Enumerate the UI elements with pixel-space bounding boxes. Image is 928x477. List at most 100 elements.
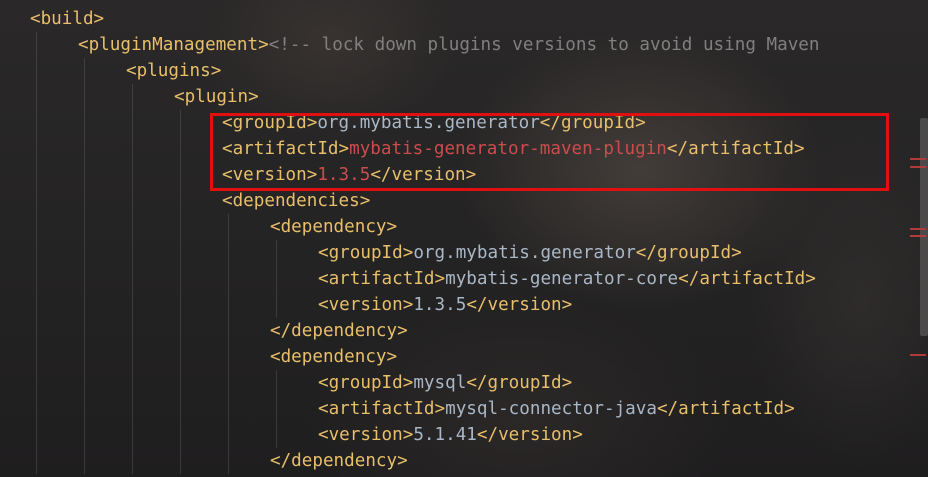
indent-guide: [84, 162, 85, 188]
error-marker[interactable]: [910, 228, 926, 230]
code-line[interactable]: <version>1.3.5</version>: [0, 162, 912, 188]
code-line[interactable]: <artifactId>mybatis-generator-core</arti…: [0, 266, 912, 292]
indent-guide: [132, 136, 133, 162]
xml-open-tag: <plugin>: [174, 87, 259, 107]
indent-guide: [36, 110, 37, 136]
code-line[interactable]: <pluginManagement><!-- lock down plugins…: [0, 32, 912, 58]
indent-guide: [180, 188, 181, 214]
indent-guide: [180, 396, 181, 422]
code-line[interactable]: <build>: [0, 6, 912, 32]
indent-guide: [84, 292, 85, 318]
code-line-content: </dependency>: [270, 448, 408, 474]
code-editor[interactable]: <build> <pluginManagement><!-- lock down …: [0, 6, 912, 474]
xml-close-tag: </version>: [370, 165, 477, 185]
indent-guide: [180, 344, 181, 370]
indent-guide: [36, 32, 37, 58]
indent-guide: [84, 110, 85, 136]
code-line-content: <groupId>org.mybatis.generator</groupId>: [222, 110, 646, 136]
indent-guide: [180, 318, 181, 344]
code-line[interactable]: <dependencies>: [0, 188, 912, 214]
indent-guide: [180, 448, 181, 474]
indent-guide: [132, 396, 133, 422]
indent-guide: [84, 422, 85, 448]
xml-open-tag: <artifactId>: [318, 269, 446, 289]
xml-close-tag: </groupId>: [635, 243, 742, 263]
code-line[interactable]: <groupId>org.mybatis.generator</groupId>: [0, 240, 912, 266]
xml-text-value: org.mybatis.generator: [413, 243, 636, 263]
scrollbar-thumb[interactable]: [920, 118, 928, 336]
indent-guide: [228, 344, 229, 370]
xml-text-value: org.mybatis.generator: [317, 113, 540, 133]
code-line[interactable]: <artifactId>mysql-connector-java</artifa…: [0, 396, 912, 422]
xml-open-tag: <dependency>: [270, 217, 398, 237]
indent-guide: [84, 58, 85, 84]
xml-text-value: mysql: [413, 373, 467, 393]
xml-open-tag: <plugins>: [126, 61, 222, 81]
indent-guide: [180, 214, 181, 240]
xml-open-tag: </dependency>: [270, 321, 408, 341]
indent-guide: [36, 422, 37, 448]
indent-guide: [180, 370, 181, 396]
indent-guide: [36, 240, 37, 266]
code-line-content: <dependencies>: [222, 188, 370, 214]
xml-open-tag: <groupId>: [222, 113, 318, 133]
code-line[interactable]: <groupId>mysql</groupId>: [0, 370, 912, 396]
code-line-content: <artifactId>mysql-connector-java</artifa…: [318, 396, 795, 422]
code-line[interactable]: <plugins>: [0, 58, 912, 84]
indent-guide: [132, 448, 133, 474]
code-line-content: <groupId>org.mybatis.generator</groupId>: [318, 240, 742, 266]
indent-guide: [84, 214, 85, 240]
indent-guide: [132, 188, 133, 214]
code-line[interactable]: <artifactId>mybatis-generator-maven-plug…: [0, 136, 912, 162]
code-line-content: </dependency>: [270, 318, 408, 344]
indent-guide: [228, 370, 229, 396]
xml-open-tag: <groupId>: [318, 243, 414, 263]
indent-guide: [132, 266, 133, 292]
error-marker[interactable]: [910, 158, 926, 160]
xml-close-tag: </version>: [466, 295, 573, 315]
indent-guide: [84, 136, 85, 162]
indent-guide: [180, 162, 181, 188]
code-line-content: <artifactId>mybatis-generator-maven-plug…: [222, 136, 805, 162]
indent-guide: [84, 266, 85, 292]
code-line[interactable]: <groupId>org.mybatis.generator</groupId>: [0, 110, 912, 136]
xml-open-tag: <groupId>: [318, 373, 414, 393]
error-marker[interactable]: [910, 235, 926, 237]
xml-open-tag: <artifactId>: [222, 139, 350, 159]
indent-guide: [276, 292, 277, 318]
xml-open-tag: <pluginManagement>: [78, 35, 269, 55]
indent-guide: [180, 422, 181, 448]
indent-guide: [132, 370, 133, 396]
code-line-content: <version>1.3.5</version>: [222, 162, 476, 188]
indent-guide: [36, 266, 37, 292]
indent-guide: [36, 396, 37, 422]
code-line[interactable]: <version>5.1.41</version>: [0, 422, 912, 448]
indent-guide: [276, 422, 277, 448]
indent-guide: [36, 188, 37, 214]
xml-close-tag: </artifactId>: [656, 399, 795, 419]
error-marker[interactable]: [910, 166, 926, 168]
indent-guide: [132, 84, 133, 110]
indent-guide: [228, 422, 229, 448]
code-line[interactable]: </dependency>: [0, 448, 912, 474]
indent-guide: [276, 240, 277, 266]
code-line-content: <version>5.1.41</version>: [318, 422, 583, 448]
error-marker[interactable]: [910, 354, 926, 356]
indent-guide: [36, 136, 37, 162]
indent-guide: [132, 240, 133, 266]
code-line-content: <artifactId>mybatis-generator-core</arti…: [318, 266, 816, 292]
indent-guide: [36, 84, 37, 110]
code-line[interactable]: <version>1.3.5</version>: [0, 292, 912, 318]
code-line[interactable]: <dependency>: [0, 214, 912, 240]
code-line[interactable]: <dependency>: [0, 344, 912, 370]
code-line[interactable]: </dependency>: [0, 318, 912, 344]
indent-guide: [228, 214, 229, 240]
indent-guide: [276, 370, 277, 396]
xml-open-tag: <version>: [318, 295, 414, 315]
code-line-content: <dependency>: [270, 344, 397, 370]
indent-guide: [228, 396, 229, 422]
indent-guide: [228, 266, 229, 292]
code-line[interactable]: <plugin>: [0, 84, 912, 110]
indent-guide: [84, 318, 85, 344]
indent-guide: [36, 58, 37, 84]
